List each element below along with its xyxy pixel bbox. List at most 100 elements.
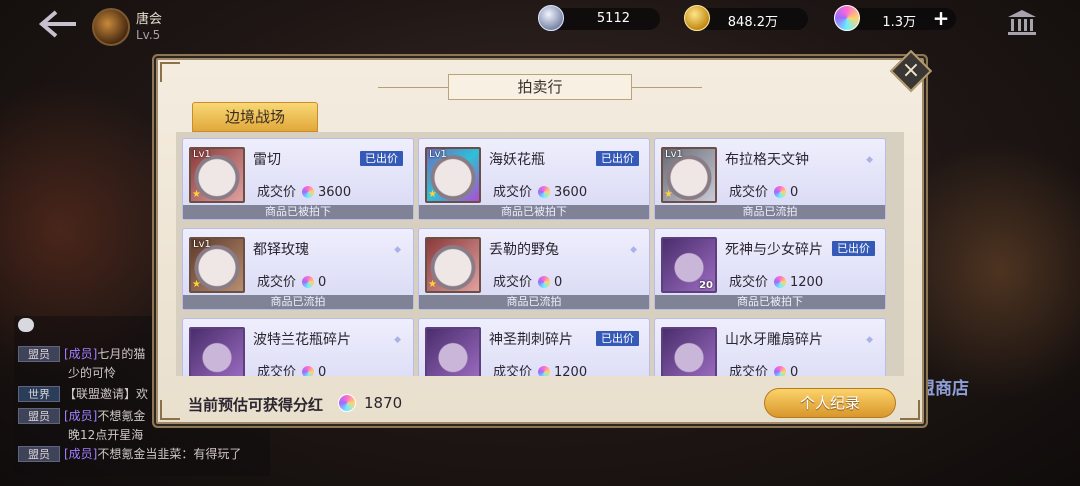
close-icon[interactable]: × [896, 56, 926, 86]
silver-currency: 5112 [538, 5, 660, 31]
item-thumbnail: Lv1 ★ [189, 237, 245, 293]
price-value: 0 [790, 185, 799, 200]
price-label: 成交价 [257, 365, 297, 376]
item-price: 成交价 0 [257, 271, 326, 290]
item-name: 雷切 [253, 152, 281, 168]
item-thumbnail: Lv1 ★ [425, 147, 481, 203]
gem-icon [774, 366, 787, 376]
auction-item-card[interactable]: 神圣荆刺碎片 已出价 成交价 1200 [418, 318, 650, 376]
chat-text: 不想氪金 [97, 409, 146, 423]
star-icon: ★ [428, 279, 437, 290]
silver-coin-icon [538, 5, 564, 31]
item-thumbnail [425, 327, 481, 376]
item-price: 成交价 3600 [257, 181, 351, 200]
price-label: 成交价 [257, 185, 297, 200]
chat-channel-tag: 盟员 [18, 446, 60, 462]
item-name: 神圣荆刺碎片 [489, 332, 573, 348]
item-thumbnail: ★ [425, 237, 481, 293]
gem-icon [302, 366, 315, 376]
gem-icon [834, 5, 860, 31]
item-name: 波特兰花瓶碎片 [253, 332, 351, 348]
chat-channel-tag: 盟员 [18, 408, 60, 424]
item-name: 丢勒的野兔 [489, 242, 559, 258]
item-price: 成交价 0 [257, 361, 326, 376]
star-icon: ★ [192, 189, 201, 200]
item-name: 山水牙雕扇碎片 [725, 332, 823, 348]
gem-icon [774, 276, 787, 288]
gem-icon [774, 186, 787, 198]
player-info[interactable]: 唐会 Lv.5 [92, 6, 232, 50]
player-level: Lv.5 [136, 28, 161, 42]
diamond-icon: ◆ [630, 245, 637, 255]
price-label: 成交价 [729, 185, 769, 200]
alliance-shop-label[interactable]: 盟商店 [918, 374, 969, 399]
item-price: 成交价 1200 [729, 271, 823, 290]
chat-text: 【联盟邀请】欢 [64, 387, 149, 401]
price-value: 3600 [554, 185, 588, 200]
item-thumbnail: Lv1 ★ [189, 147, 245, 203]
price-label: 成交价 [729, 365, 769, 376]
price-value: 0 [318, 365, 327, 376]
item-status: 商品已流拍 [183, 295, 413, 309]
item-level: Lv1 [665, 149, 683, 160]
diamond-icon: ◆ [394, 245, 401, 255]
auction-item-card[interactable]: 20 死神与少女碎片 已出价 成交价 1200 商品已被拍下 [654, 228, 886, 310]
auction-item-card[interactable]: 山水牙雕扇碎片 ◆ 成交价 0 [654, 318, 886, 376]
price-value: 3600 [318, 185, 352, 200]
auction-item-card[interactable]: Lv1 ★ 雷切 已出价 成交价 3600 商品已被拍下 [182, 138, 414, 220]
gem-icon [302, 186, 315, 198]
price-label: 成交价 [257, 275, 297, 290]
gem-amount: 1.3万 [882, 15, 916, 30]
auction-item-card[interactable]: 波特兰花瓶碎片 ◆ 成交价 0 [182, 318, 414, 376]
title-divider-right [632, 87, 702, 88]
tab-border-battlefield[interactable]: 边境战场 [192, 102, 318, 132]
avatar[interactable] [92, 8, 130, 46]
chat-sender: [成员] [64, 447, 98, 461]
chat-text: 少的可怜 [68, 366, 117, 380]
frame-corner [900, 400, 920, 420]
item-thumbnail [661, 327, 717, 376]
back-button[interactable] [38, 10, 80, 38]
bid-placed-badge: 已出价 [596, 331, 639, 346]
chat-message: 盟员 [成员]七月的猫 [18, 346, 145, 362]
gem-icon [538, 366, 551, 376]
dividend-label: 当前预估可获得分红 [188, 396, 324, 414]
item-name: 死神与少女碎片 [725, 242, 823, 258]
chat-sender: [成员] [64, 409, 98, 423]
item-level: Lv1 [193, 149, 211, 160]
temple-icon [1008, 10, 1036, 35]
diamond-icon: ◆ [866, 155, 873, 165]
item-price: 成交价 0 [493, 271, 562, 290]
item-status: 商品已流拍 [419, 295, 649, 309]
price-label: 成交价 [493, 185, 533, 200]
auction-item-card[interactable]: Lv1 ★ 海妖花瓶 已出价 成交价 3600 商品已被拍下 [418, 138, 650, 220]
item-name: 海妖花瓶 [489, 152, 545, 168]
gem-icon [538, 186, 551, 198]
auction-item-card[interactable]: Lv1 ★ 布拉格天文钟 ◆ 成交价 0 商品已流拍 [654, 138, 886, 220]
auction-item-card[interactable]: ★ 丢勒的野兔 ◆ 成交价 0 商品已流拍 [418, 228, 650, 310]
guild-hall-button[interactable] [1006, 8, 1038, 38]
auction-item-card[interactable]: Lv1 ★ 都铎玫瑰 ◆ 成交价 0 商品已流拍 [182, 228, 414, 310]
item-price: 成交价 1200 [493, 361, 587, 376]
title-divider-left [378, 87, 448, 88]
auction-dialog: 拍卖行 边境战场 Lv1 ★ 雷切 已出价 成交价 3600 商品已被拍下 Lv1 ★… [156, 58, 924, 424]
item-status: 商品已流拍 [655, 205, 885, 219]
item-count: 20 [699, 280, 713, 291]
price-value: 0 [790, 365, 799, 376]
gold-currency: 848.2万 [684, 5, 808, 31]
price-value: 1200 [790, 275, 824, 290]
price-value: 0 [554, 275, 563, 290]
add-gems-button[interactable]: + [930, 8, 952, 30]
price-value: 1200 [554, 365, 588, 376]
star-icon: ★ [428, 189, 437, 200]
auction-item-list[interactable]: Lv1 ★ 雷切 已出价 成交价 3600 商品已被拍下 Lv1 ★ 海妖花瓶 已出价… [176, 132, 904, 376]
item-thumbnail: 20 [661, 237, 717, 293]
chat-text: 七月的猫 [97, 347, 146, 361]
chat-channel-tag: 盟员 [18, 346, 60, 362]
frame-corner [160, 400, 180, 420]
personal-record-button[interactable]: 个人纪录 [764, 388, 896, 418]
price-value: 0 [318, 275, 327, 290]
silver-amount: 5112 [596, 11, 630, 26]
item-level: Lv1 [193, 239, 211, 250]
chat-bubble-icon[interactable] [18, 318, 34, 332]
